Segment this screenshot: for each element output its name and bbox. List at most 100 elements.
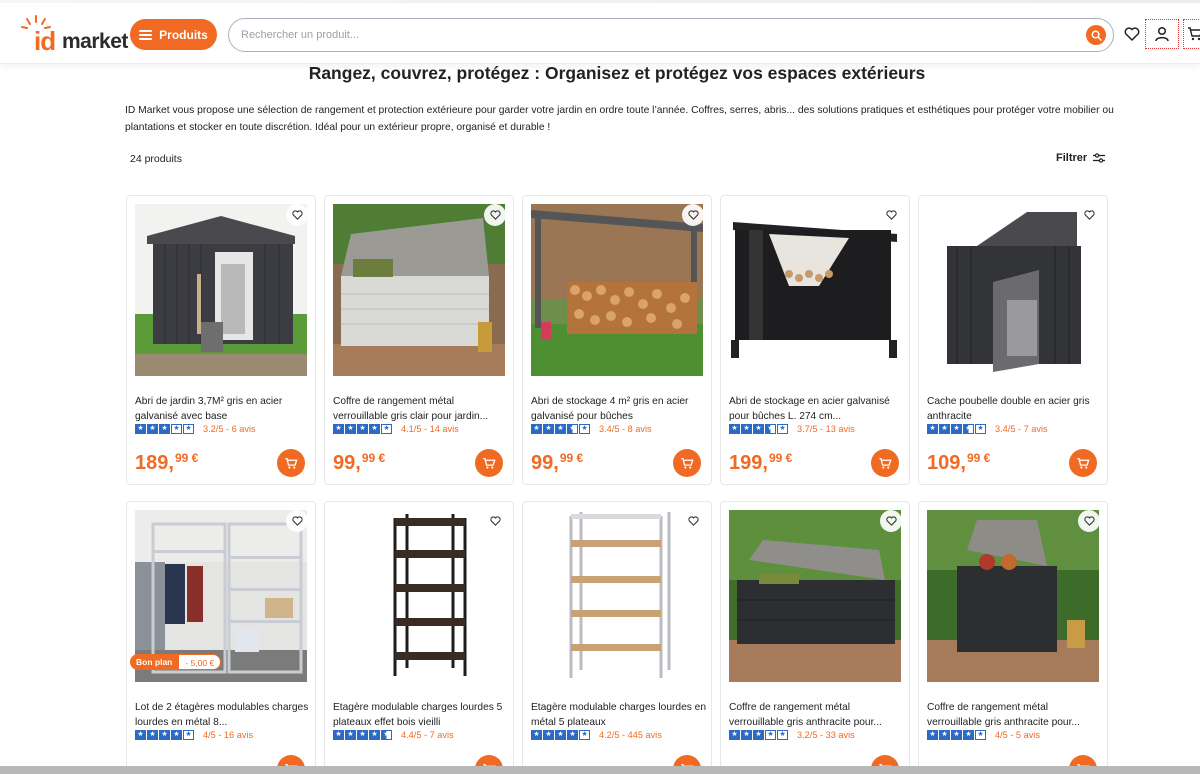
product-card[interactable]: Coffre de rangement métal verrouillable … (720, 501, 910, 774)
product-price: 99, 99 € (333, 452, 385, 475)
search-input[interactable] (241, 26, 1061, 44)
account-button[interactable] (1145, 19, 1179, 49)
cart-icon (681, 457, 694, 469)
logo[interactable]: id market (20, 14, 128, 56)
star-icon: ★ (369, 424, 380, 434)
rating-text[interactable]: 3.2/5 - 6 avis (203, 424, 256, 434)
add-to-cart-button[interactable] (871, 449, 899, 477)
star-icon: ★ (345, 424, 356, 434)
rating-text[interactable]: 3.7/5 - 13 avis (797, 424, 855, 434)
favorite-heart-icon[interactable] (1078, 510, 1100, 532)
star-icon: ★ (135, 730, 146, 740)
product-card[interactable]: Bon plan - 5,00 € Lot de 2 étagères modu… (126, 501, 316, 774)
favorite-heart-icon[interactable] (286, 204, 308, 226)
product-image[interactable] (729, 204, 901, 376)
star-icon: ★ (567, 424, 578, 434)
rating-text[interactable]: 4/5 - 16 avis (203, 730, 253, 740)
add-to-cart-button[interactable] (277, 449, 305, 477)
product-name[interactable]: Etagère modulable charges lourdes 5 plat… (333, 700, 508, 730)
star-icon: ★ (951, 730, 962, 740)
product-card[interactable]: Abri de jardin 3,7M² gris en acier galva… (126, 195, 316, 485)
product-image[interactable] (135, 204, 307, 376)
product-card[interactable]: Coffre de rangement métal verrouillable … (324, 195, 514, 485)
product-name[interactable]: Lot de 2 étagères modulables charges lou… (135, 700, 310, 730)
favorite-heart-icon[interactable] (484, 204, 506, 226)
rating-text[interactable]: 3.4/5 - 7 avis (995, 424, 1048, 434)
rating-text[interactable]: 4/5 - 5 avis (995, 730, 1040, 740)
logo-market-text: market (62, 30, 128, 53)
product-rating: ★ ★ ★ ★ ★ 3.2/5 - 6 avis (135, 424, 256, 434)
product-rating: ★ ★ ★ ★ ★ 3.4/5 - 7 avis (927, 424, 1048, 434)
rating-text[interactable]: 3.4/5 - 8 avis (599, 424, 652, 434)
product-rating: ★ ★ ★ ★ ★ 3.7/5 - 13 avis (729, 424, 855, 434)
product-name[interactable]: Coffre de rangement métal verrouillable … (927, 700, 1102, 730)
star-icon: ★ (963, 730, 974, 740)
product-image[interactable] (333, 204, 505, 376)
product-rating: ★ ★ ★ ★ ★ 3.4/5 - 8 avis (531, 424, 652, 434)
product-card[interactable]: Etagère modulable charges lourdes en mét… (522, 501, 712, 774)
product-card[interactable]: Coffre de rangement métal verrouillable … (918, 501, 1108, 774)
favorite-heart-icon[interactable] (1078, 204, 1100, 226)
product-image[interactable] (333, 510, 505, 682)
product-price: 99, 99 € (531, 452, 583, 475)
star-icon: ★ (729, 730, 740, 740)
product-name[interactable]: Abri de stockage en acier galvanisé pour… (729, 394, 904, 424)
favorite-heart-icon[interactable] (286, 510, 308, 532)
rating-text[interactable]: 4.1/5 - 14 avis (401, 424, 459, 434)
product-image[interactable] (927, 204, 1099, 376)
star-icon: ★ (765, 424, 776, 434)
product-card[interactable]: Abri de stockage 4 m² gris en acier galv… (522, 195, 712, 485)
product-name[interactable]: Coffre de rangement métal verrouillable … (729, 700, 904, 730)
filter-icon (1093, 153, 1106, 163)
star-icon: ★ (183, 730, 194, 740)
favorite-heart-icon[interactable] (682, 204, 704, 226)
price-decimal: 99 € (768, 451, 793, 465)
cart-icon (1077, 457, 1090, 469)
star-icon: ★ (147, 424, 158, 434)
star-icon: ★ (171, 730, 182, 740)
favorite-heart-icon[interactable] (682, 510, 704, 532)
product-image[interactable] (927, 510, 1099, 682)
product-name[interactable]: Coffre de rangement métal verrouillable … (333, 394, 508, 424)
product-rating: ★ ★ ★ ★ ★ 4.1/5 - 14 avis (333, 424, 459, 434)
wishlist-heart-icon[interactable] (1120, 22, 1144, 46)
add-to-cart-button[interactable] (475, 449, 503, 477)
product-name[interactable]: Etagère modulable charges lourdes en mét… (531, 700, 706, 730)
star-icon: ★ (333, 424, 344, 434)
horizontal-scrollbar[interactable] (0, 766, 1200, 774)
add-to-cart-button[interactable] (1069, 449, 1097, 477)
favorite-heart-icon[interactable] (484, 510, 506, 532)
star-icon: ★ (927, 424, 938, 434)
star-icon: ★ (579, 424, 590, 434)
add-to-cart-button[interactable] (673, 449, 701, 477)
favorite-heart-icon[interactable] (880, 510, 902, 532)
favorite-heart-icon[interactable] (880, 204, 902, 226)
product-image[interactable] (531, 204, 703, 376)
product-name[interactable]: Abri de stockage 4 m² gris en acier galv… (531, 394, 706, 424)
price-integer: 199, (729, 452, 768, 474)
star-icon: ★ (975, 424, 986, 434)
products-menu-button[interactable]: Produits (130, 19, 217, 50)
star-icon: ★ (729, 424, 740, 434)
star-icon: ★ (543, 424, 554, 434)
filter-button[interactable]: Filtrer (1056, 152, 1106, 164)
header-cart-button[interactable] (1183, 19, 1200, 49)
product-card[interactable]: Cache poubelle double en acier gris anth… (918, 195, 1108, 485)
star-icon: ★ (951, 424, 962, 434)
product-card[interactable]: Abri de stockage en acier galvanisé pour… (720, 195, 910, 485)
search-icon[interactable] (1086, 25, 1106, 45)
product-image[interactable] (729, 510, 901, 682)
star-icon: ★ (567, 730, 578, 740)
cart-icon (285, 457, 298, 469)
product-image[interactable] (531, 510, 703, 682)
rating-text[interactable]: 4.2/5 - 445 avis (599, 730, 662, 740)
product-name[interactable]: Cache poubelle double en acier gris anth… (927, 394, 1102, 424)
rating-text[interactable]: 3.2/5 - 33 avis (797, 730, 855, 740)
product-name[interactable]: Abri de jardin 3,7M² gris en acier galva… (135, 394, 310, 424)
search-bar (228, 18, 1114, 52)
star-icon: ★ (171, 424, 182, 434)
product-card[interactable]: Etagère modulable charges lourdes 5 plat… (324, 501, 514, 774)
rating-text[interactable]: 4.4/5 - 7 avis (401, 730, 454, 740)
star-icon: ★ (159, 424, 170, 434)
product-rating: ★ ★ ★ ★ ★ 4/5 - 5 avis (927, 730, 1040, 740)
